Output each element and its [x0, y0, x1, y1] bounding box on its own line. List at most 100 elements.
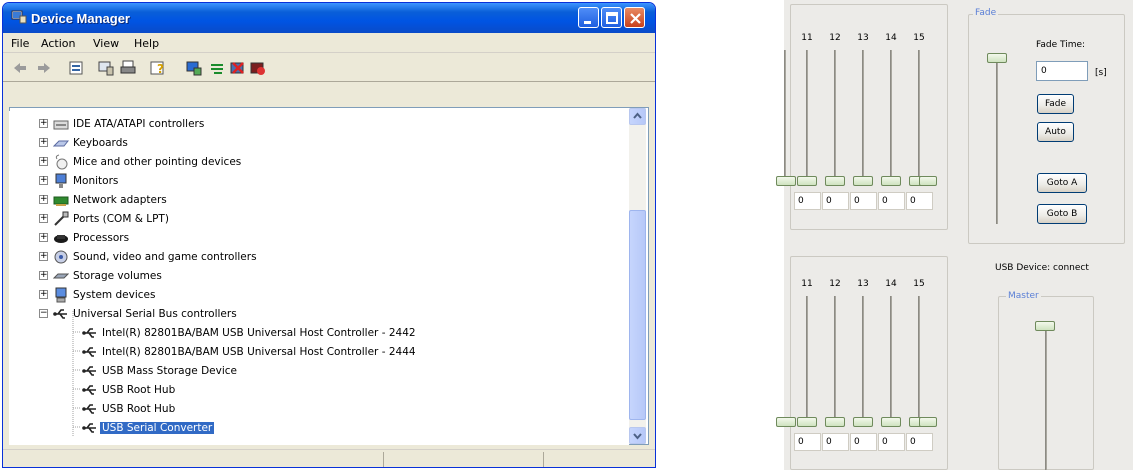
master-fader-knob[interactable]	[1035, 321, 1055, 331]
fader-track	[862, 296, 864, 424]
properties-icon[interactable]	[67, 59, 85, 77]
update-driver-icon[interactable]	[209, 59, 227, 77]
usb-status-text: USB Device: connect	[995, 263, 1089, 273]
back-arrow-icon[interactable]	[11, 59, 29, 77]
channel-value[interactable]: 0	[850, 433, 877, 451]
expand-toggle[interactable]: +	[39, 195, 48, 204]
menu-file[interactable]: File	[11, 37, 29, 50]
minimize-button[interactable]	[578, 7, 599, 28]
channel-value[interactable]: 0	[794, 433, 821, 451]
collapse-toggle[interactable]: −	[39, 309, 48, 318]
system-icon	[55, 287, 67, 303]
expand-toggle[interactable]: +	[39, 233, 48, 242]
usb-child-label: Intel(R) 82801BA/BAM USB Universal Host …	[102, 346, 416, 358]
tree-item-label: Ports (COM & LPT)	[73, 213, 169, 225]
auto-button[interactable]: Auto	[1037, 122, 1074, 142]
goto-b-button[interactable]: Goto B	[1037, 204, 1087, 224]
fader-knob[interactable]	[853, 417, 873, 427]
usb-icon	[82, 423, 96, 433]
expand-toggle[interactable]: +	[39, 119, 48, 128]
scroll-down-button[interactable]	[629, 427, 646, 444]
uninstall-icon[interactable]	[229, 59, 247, 77]
master-fader-track	[1045, 330, 1047, 470]
expand-toggle[interactable]: +	[39, 214, 48, 223]
tree-item-label: Sound, video and game controllers	[73, 251, 257, 263]
expand-toggle[interactable]: +	[39, 176, 48, 185]
tree-item-label: Storage volumes	[73, 270, 162, 282]
channel-number: 14	[885, 33, 897, 43]
fader-knob[interactable]	[919, 176, 937, 186]
fader-knob[interactable]	[825, 176, 845, 186]
fader-track	[890, 50, 892, 180]
tree-item-label: IDE ATA/ATAPI controllers	[73, 118, 205, 130]
computer-icon[interactable]	[97, 59, 115, 77]
usb-icon	[82, 328, 96, 338]
fade-fader-knob[interactable]	[987, 53, 1007, 63]
expand-toggle[interactable]: +	[39, 252, 48, 261]
menu-view[interactable]: View	[93, 37, 119, 50]
tree-item-label: Mice and other pointing devices	[73, 156, 242, 168]
usb-child-label: USB Root Hub	[102, 403, 176, 415]
channel-value[interactable]: 0	[878, 433, 905, 451]
tree-item-label: Keyboards	[73, 137, 128, 149]
channel-value[interactable]: 0	[878, 192, 905, 210]
expand-toggle[interactable]: +	[39, 138, 48, 147]
channel-value[interactable]: 0	[906, 192, 933, 210]
channel-value[interactable]: 0	[822, 433, 849, 451]
fader-knob[interactable]	[881, 176, 901, 186]
fader-knob[interactable]	[797, 417, 817, 427]
menu-bar: File Action View Help	[3, 33, 655, 53]
usb-icon	[82, 385, 96, 395]
goto-a-button[interactable]: Goto A	[1037, 173, 1087, 193]
close-button[interactable]	[624, 7, 645, 28]
fader-track	[834, 50, 836, 180]
usb-child-label: USB Root Hub	[102, 384, 176, 396]
fader-knob[interactable]	[919, 417, 937, 427]
menu-action[interactable]: Action	[41, 37, 75, 50]
fader-knob[interactable]	[776, 176, 796, 186]
fader-track	[806, 296, 808, 424]
scan-hardware-icon[interactable]	[185, 59, 203, 77]
chevron-up-icon	[633, 112, 642, 119]
channel-number: 11	[801, 33, 813, 43]
forward-arrow-icon[interactable]	[35, 59, 53, 77]
master-group-label: Master	[1006, 291, 1041, 301]
maximize-icon	[606, 12, 618, 24]
expand-toggle[interactable]: +	[39, 290, 48, 299]
channel-number: 15	[913, 279, 925, 289]
disable-icon[interactable]	[249, 59, 267, 77]
expand-toggle[interactable]: +	[39, 271, 48, 280]
scroll-thumb[interactable]	[629, 210, 646, 420]
fader-track	[862, 50, 864, 180]
fader-knob[interactable]	[776, 417, 796, 427]
expand-toggle[interactable]: +	[39, 157, 48, 166]
fade-button[interactable]: Fade	[1037, 94, 1074, 114]
tree-item-label: System devices	[73, 289, 156, 301]
channel-value[interactable]: 0	[850, 192, 877, 210]
fader-track	[806, 50, 808, 180]
title-bar[interactable]: Device Manager	[3, 3, 655, 33]
fader-knob[interactable]	[853, 176, 873, 186]
channel-value[interactable]: 0	[794, 192, 821, 210]
fade-time-unit: [s]	[1095, 68, 1107, 78]
fader-knob[interactable]	[881, 417, 901, 427]
processor-icon	[54, 235, 68, 243]
print-icon[interactable]	[119, 59, 137, 77]
fade-time-input[interactable]: 0	[1036, 61, 1088, 81]
help-icon[interactable]: ?	[149, 59, 167, 77]
channel-value[interactable]: 0	[822, 192, 849, 210]
channel-number: 12	[829, 279, 841, 289]
usb-child-label: USB Serial Converter	[100, 422, 215, 434]
fader-knob[interactable]	[797, 176, 817, 186]
fader-track	[918, 296, 920, 424]
device-tree[interactable]: + IDE ATA/ATAPI controllers + Keyboards …	[9, 111, 629, 445]
monitor-icon	[55, 173, 67, 188]
menu-help[interactable]: Help	[134, 37, 159, 50]
channel-value[interactable]: 0	[906, 433, 933, 451]
vertical-scrollbar[interactable]	[629, 108, 646, 444]
tree-item-label: Monitors	[73, 175, 119, 187]
maximize-button[interactable]	[601, 7, 622, 28]
device-manager-window: Device Manager File Action View Help ? +…	[2, 2, 656, 468]
scroll-up-button[interactable]	[629, 108, 646, 125]
fader-knob[interactable]	[825, 417, 845, 427]
